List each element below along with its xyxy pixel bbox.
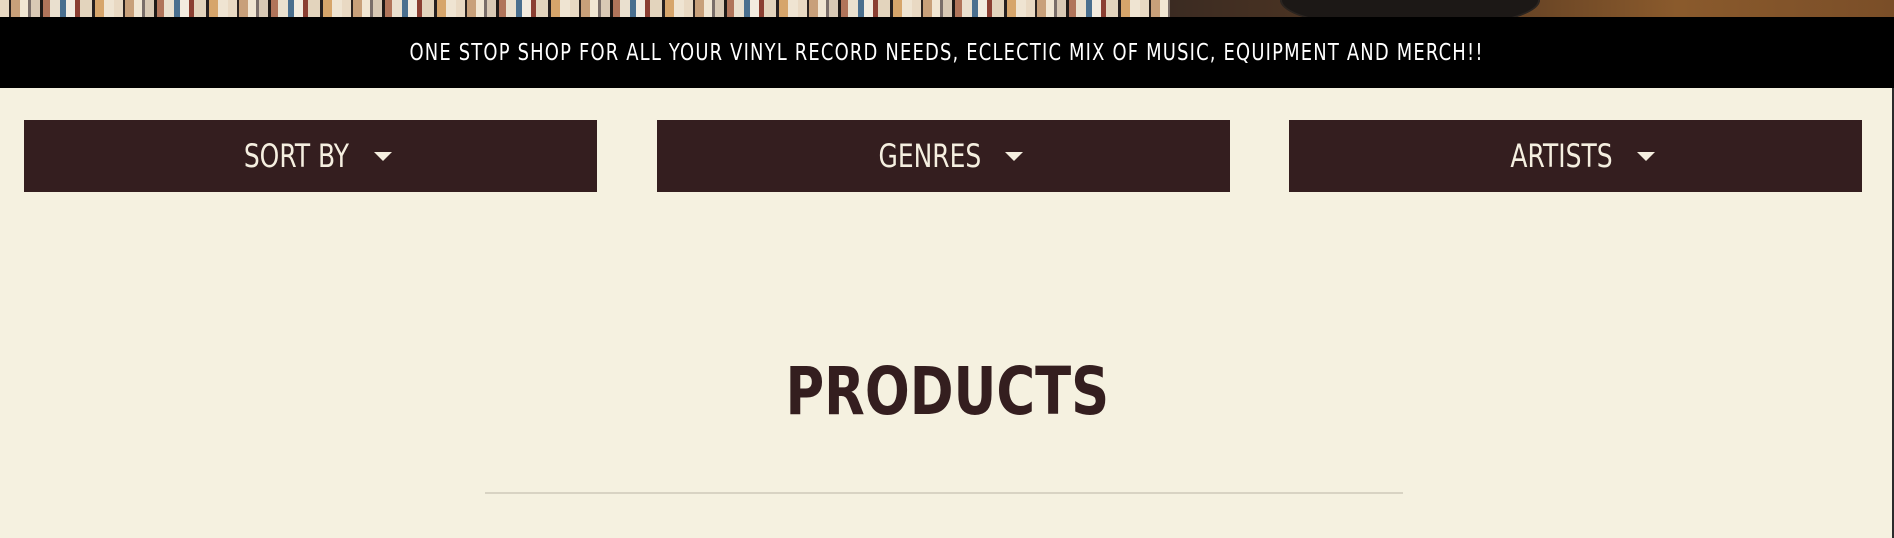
caret-down-icon	[373, 151, 392, 161]
hero-banner-image	[0, 0, 1894, 17]
caret-down-icon	[1005, 151, 1024, 161]
artists-dropdown[interactable]: ARTISTS	[1289, 120, 1862, 192]
genres-label: GENRES	[878, 137, 981, 175]
caret-down-icon	[1636, 151, 1655, 161]
vinyl-record-image	[1280, 0, 1540, 17]
filter-bar: SORT BY GENRES ARTISTS	[0, 120, 1894, 192]
sort-by-dropdown[interactable]: SORT BY	[24, 120, 597, 192]
announcement-text: ONE STOP SHOP FOR ALL YOUR VINYL RECORD …	[409, 39, 1485, 66]
page-title-text: PRODUCTS	[785, 353, 1109, 430]
announcement-bar: ONE STOP SHOP FOR ALL YOUR VINYL RECORD …	[0, 17, 1894, 88]
genres-dropdown[interactable]: GENRES	[657, 120, 1230, 192]
artists-label: ARTISTS	[1510, 137, 1613, 175]
record-spines-image	[0, 0, 1230, 17]
page-title: PRODUCTS	[0, 354, 1894, 430]
sort-by-label: SORT BY	[243, 137, 350, 175]
section-divider	[485, 492, 1403, 494]
